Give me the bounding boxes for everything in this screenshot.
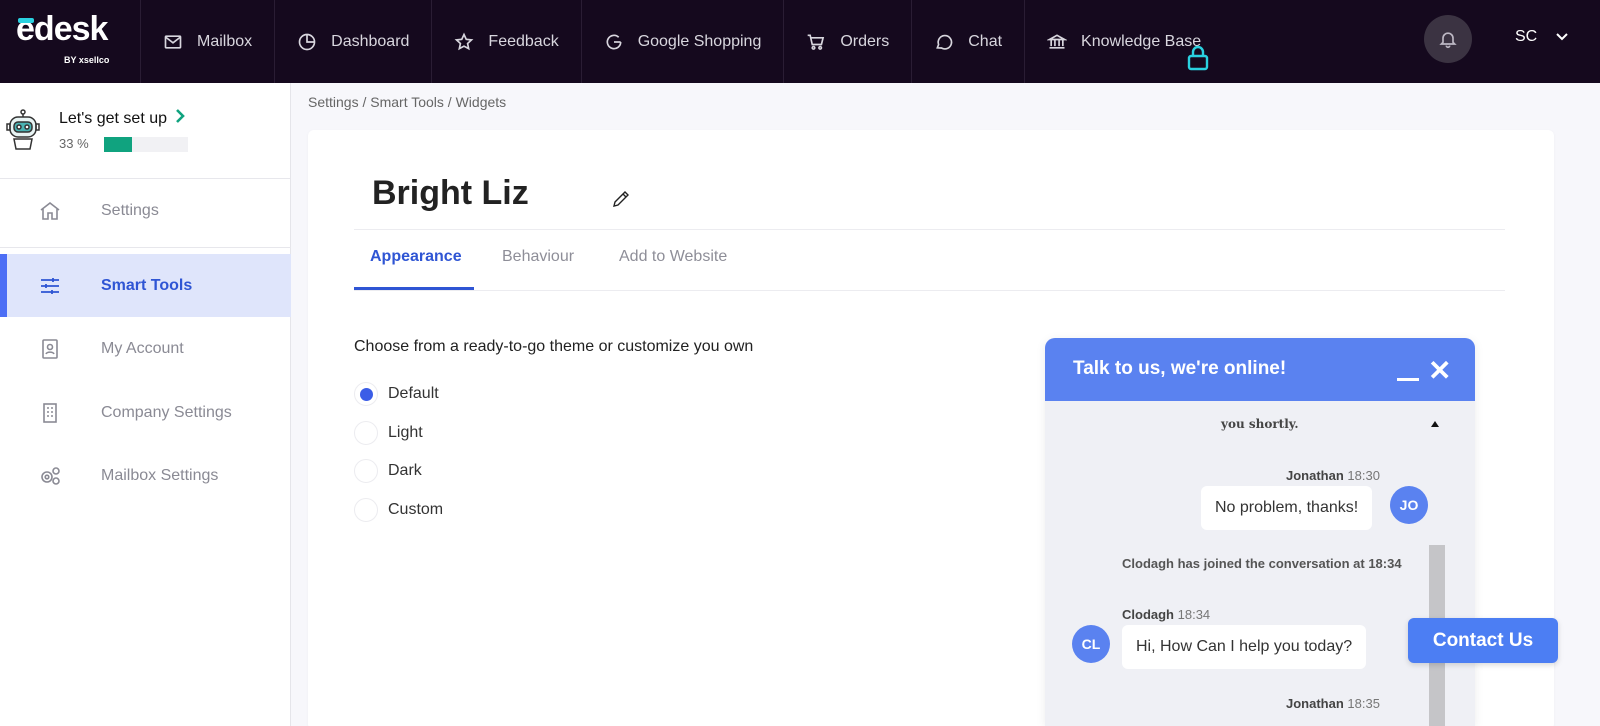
nav-label: Mailbox	[197, 32, 253, 50]
nav-label: Chat	[968, 32, 1003, 50]
theme-option-default[interactable]: Default	[354, 382, 439, 406]
message-meta: Jonathan 18:30	[1286, 468, 1380, 483]
nav-mailbox[interactable]: Mailbox	[140, 0, 274, 83]
sidebar: Let's get set up 33 % Settings Smart Too…	[0, 83, 291, 726]
chat-widget-header: Talk to us, we're online! ✕	[1045, 338, 1475, 401]
theme-option-light[interactable]: Light	[354, 421, 423, 445]
nav-orders[interactable]: Orders	[783, 0, 911, 83]
lock-icon	[1187, 45, 1209, 71]
tabs-divider	[354, 290, 1505, 291]
tab-behaviour[interactable]: Behaviour	[502, 248, 574, 266]
previous-message-text: you shortly.	[1221, 417, 1299, 431]
setup-title: Let's get set up	[59, 110, 168, 127]
sidebar-divider	[0, 247, 291, 248]
nav-label: Orders	[840, 32, 890, 50]
avatar: JO	[1390, 486, 1428, 524]
setup-percent: 33 %	[59, 136, 89, 151]
chevron-right-icon[interactable]	[174, 108, 186, 124]
badge-icon	[42, 338, 58, 359]
message-bubble: Hi, How Can I help you today?	[1122, 625, 1367, 669]
nav-dashboard[interactable]: Dashboard	[274, 0, 431, 83]
edesk-logo[interactable]: edesk BY xsellco	[0, 0, 140, 83]
user-menu[interactable]: SC	[1515, 28, 1537, 46]
radio-button[interactable]	[354, 382, 378, 406]
edit-pencil-icon[interactable]	[611, 189, 631, 209]
nav-label: Dashboard	[331, 32, 410, 50]
nav-label: Knowledge Base	[1081, 32, 1202, 50]
tab-add-to-website[interactable]: Add to Website	[619, 248, 727, 266]
sidebar-item-label: Settings	[101, 201, 159, 219]
theme-option-dark[interactable]: Dark	[354, 459, 422, 483]
chat-widget-title: Talk to us, we're online!	[1073, 358, 1287, 379]
sidebar-item-label: My Account	[101, 339, 184, 357]
google-icon	[606, 34, 622, 49]
minimize-icon[interactable]	[1397, 378, 1419, 381]
building-icon	[43, 402, 57, 423]
contact-us-button[interactable]: Contact Us	[1408, 618, 1558, 663]
mail-icon	[164, 34, 182, 49]
breadcrumb[interactable]: Settings / Smart Tools / Widgets	[308, 94, 506, 110]
cart-icon	[808, 34, 825, 50]
bank-icon	[1047, 33, 1068, 49]
sidebar-item-label: Company Settings	[101, 403, 232, 421]
theme-option-custom[interactable]: Custom	[354, 498, 443, 522]
notifications-button[interactable]	[1424, 15, 1472, 63]
radio-label: Light	[388, 424, 423, 441]
sidebar-item-mailbox-settings[interactable]: Mailbox Settings	[0, 444, 291, 507]
tab-appearance[interactable]: Appearance	[370, 248, 462, 266]
sidebar-item-smart-tools[interactable]: Smart Tools	[0, 254, 291, 317]
chat-widget-preview: Talk to us, we're online! ✕ you shortly.…	[1045, 338, 1475, 726]
nav-label: Feedback	[488, 32, 559, 50]
system-message: Clodagh has joined the conversation at 1…	[1122, 556, 1402, 571]
top-navbar: edesk BY xsellco Mailbox Dashboard Feedb…	[0, 0, 1600, 83]
progress-fill	[104, 137, 132, 152]
logo-subtitle: BY xsellco	[64, 55, 110, 65]
home-icon	[40, 201, 60, 220]
setup-progress-panel[interactable]: Let's get set up 33 %	[0, 83, 290, 179]
theme-prompt: Choose from a ready-to-go theme or custo…	[354, 338, 754, 355]
pie-chart-icon	[298, 33, 316, 50]
bell-icon	[1439, 32, 1457, 49]
message-meta: Clodagh 18:34	[1122, 607, 1211, 622]
radio-label: Default	[388, 385, 439, 402]
setup-progress-bar	[104, 137, 188, 152]
nav-feedback[interactable]: Feedback	[431, 0, 580, 83]
message-meta: Jonathan 18:35	[1286, 696, 1380, 711]
sliders-icon	[41, 277, 59, 294]
scroll-up-icon[interactable]	[1431, 421, 1439, 427]
page-title: Bright Liz	[372, 174, 529, 212]
nav-google-shopping[interactable]: Google Shopping	[580, 0, 784, 83]
radio-button[interactable]	[354, 498, 378, 522]
radio-label: Custom	[388, 501, 444, 518]
nav-label: Google Shopping	[637, 32, 762, 50]
sidebar-item-my-account[interactable]: My Account	[0, 317, 291, 380]
radio-label: Dark	[388, 462, 422, 479]
sidebar-item-label: Mailbox Settings	[101, 466, 219, 484]
star-icon	[455, 32, 474, 50]
robot-icon	[6, 109, 40, 150]
gears-icon	[41, 466, 60, 485]
sidebar-item-company-settings[interactable]: Company Settings	[0, 381, 291, 444]
logo-wordmark: edesk	[16, 10, 108, 48]
radio-button[interactable]	[354, 459, 378, 483]
chat-bubble-icon	[936, 34, 953, 50]
close-icon[interactable]: ✕	[1428, 354, 1451, 387]
avatar: CL	[1072, 625, 1110, 663]
radio-button[interactable]	[354, 421, 378, 445]
nav-chat[interactable]: Chat	[911, 0, 1024, 83]
sidebar-item-settings[interactable]: Settings	[0, 179, 291, 242]
message-bubble: No problem, thanks!	[1201, 486, 1373, 530]
chat-messages: you shortly. Jonathan 18:30 No problem, …	[1045, 401, 1475, 726]
chevron-down-icon[interactable]	[1555, 30, 1569, 44]
sidebar-item-label: Smart Tools	[101, 276, 193, 294]
title-divider	[354, 229, 1505, 230]
